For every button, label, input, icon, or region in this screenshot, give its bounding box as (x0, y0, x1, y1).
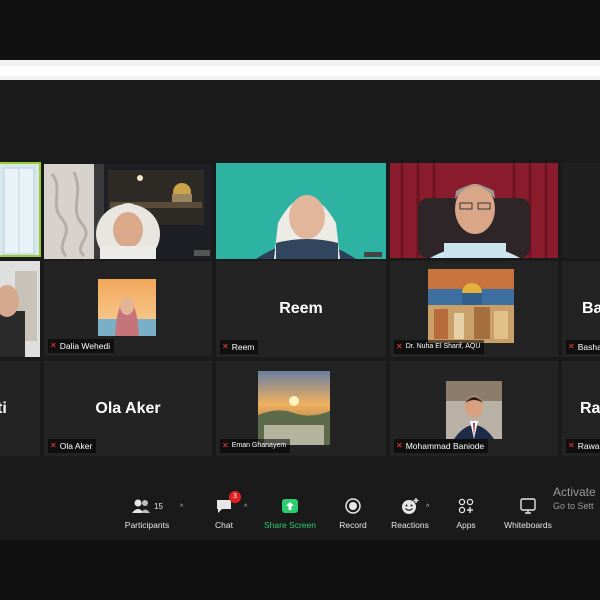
video-tile-participant[interactable]: ti (0, 361, 40, 456)
reactions-options-caret[interactable]: ^ (426, 504, 429, 511)
chat-unread-badge: 3 (229, 491, 241, 503)
participant-name: Reem (231, 342, 255, 352)
participant-video (216, 163, 386, 259)
video-tile-participant[interactable] (216, 163, 386, 259)
top-letterbox (0, 0, 600, 60)
participant-name: Rawa (577, 441, 600, 451)
participant-video (390, 163, 558, 258)
video-tile-participant[interactable]: Ola Aker ✕ Ola Aker (44, 361, 212, 456)
participant-display-name: Ba (582, 300, 600, 317)
participant-display-name: Reem (279, 300, 323, 317)
participant-name: Dalia Wehedi (59, 341, 111, 351)
participant-video (0, 162, 41, 257)
participant-name: Ola Aker (59, 441, 93, 451)
share-screen-icon (282, 499, 298, 513)
participant-display-name: Ra (580, 399, 600, 417)
participant-name-tag: ✕ Basha (566, 340, 600, 354)
participant-display-name: Ola Aker (95, 399, 161, 417)
meeting-controls-toolbar: 15 Participants ^ 3 Chat ^ Share Screen (0, 490, 600, 540)
muted-mic-icon: ✕ (222, 342, 229, 351)
participant-display-name: ti (0, 399, 7, 417)
profile-picture (258, 371, 330, 445)
participant-video (44, 164, 212, 259)
participants-icon (132, 499, 151, 513)
video-tile-participant[interactable]: ✕ Dalia Wehedi (44, 261, 212, 356)
whiteboards-button[interactable]: Whiteboards (502, 494, 554, 538)
watermark-line-2: Go to Sett (553, 501, 594, 511)
muted-mic-icon: ✕ (568, 342, 575, 351)
reactions-button[interactable]: Reactions (388, 494, 432, 538)
video-tile-participant[interactable] (0, 162, 41, 257)
watermark-line-1: Activate (553, 485, 596, 499)
chat-label: Chat (215, 520, 233, 530)
reactions-label: Reactions (391, 520, 429, 530)
muted-mic-icon: ✕ (222, 441, 229, 450)
profile-picture (446, 381, 502, 439)
participant-name: Dr. Nuha El Sharif, AQU (405, 343, 481, 350)
share-screen-label: Share Screen (264, 520, 316, 530)
video-tile-participant[interactable] (562, 163, 600, 258)
participant-name-tag: ✕ Mohammad Baniode (394, 439, 489, 453)
participant-count: 15 (154, 501, 163, 511)
participants-options-caret[interactable]: ^ (180, 504, 183, 511)
video-tile-participant[interactable]: ✕ Dr. Nuha El Sharif, AQU (390, 261, 558, 357)
participant-name: Eman Ghanayem (231, 442, 287, 449)
profile-picture (98, 279, 156, 336)
record-icon (345, 498, 361, 514)
apps-button[interactable]: Apps (452, 494, 480, 538)
video-tile-participant[interactable]: ✕ Eman Ghanayem (216, 361, 386, 456)
muted-mic-icon: ✕ (568, 441, 575, 450)
bottom-letterbox (0, 540, 600, 600)
video-tile-participant[interactable]: Ra ✕ Rawa (562, 361, 600, 456)
muted-mic-icon: ✕ (50, 341, 57, 350)
chat-button[interactable]: 3 Chat (208, 491, 241, 538)
whiteboards-label: Whiteboards (504, 520, 552, 530)
record-label: Record (339, 520, 367, 530)
share-screen-button[interactable]: Share Screen (262, 494, 318, 538)
participant-name-tag: ✕ Rawa (566, 439, 600, 453)
profile-picture (428, 269, 514, 343)
participants-button[interactable]: 15 Participants (122, 494, 172, 538)
participant-name-tag: ✕ Eman Ghanayem (220, 439, 291, 453)
chat-options-caret[interactable]: ^ (244, 504, 247, 511)
muted-mic-icon: ✕ (396, 342, 403, 351)
participant-name-tag: ✕ Dalia Wehedi (48, 339, 115, 353)
muted-mic-icon: ✕ (396, 441, 403, 450)
apps-label: Apps (456, 520, 476, 530)
video-tile-participant[interactable]: Ba ✕ Basha (562, 261, 600, 357)
participant-name-tag: ✕ Ola Aker (48, 439, 97, 453)
activate-windows-watermark: Activate Go to Sett (553, 485, 596, 511)
video-tile-participant[interactable] (0, 261, 40, 357)
record-button[interactable]: Record (336, 494, 370, 538)
participant-name: Mohammad Baniode (405, 441, 485, 451)
reactions-icon (402, 498, 419, 514)
window-title-strip (0, 60, 600, 80)
participant-name: Basha (577, 342, 600, 352)
muted-mic-icon: ✕ (50, 441, 57, 450)
video-tile-participant[interactable]: Reem ✕ Reem (216, 261, 386, 357)
participants-label: Participants (124, 520, 170, 530)
meeting-gallery: ✕ Dalia Wehedi Reem ✕ Reem ✕ Dr. Nuha El… (0, 80, 600, 540)
participant-name-tag: ✕ Reem (220, 340, 259, 354)
apps-icon (458, 498, 474, 514)
participant-video (0, 261, 40, 357)
video-tile-participant[interactable]: ✕ Mohammad Baniode (390, 361, 558, 456)
participant-name-tag: ✕ Dr. Nuha El Sharif, AQU (394, 340, 485, 354)
video-tile-participant[interactable] (44, 164, 212, 259)
whiteboards-icon (520, 498, 536, 514)
video-tile-participant[interactable] (390, 163, 558, 258)
